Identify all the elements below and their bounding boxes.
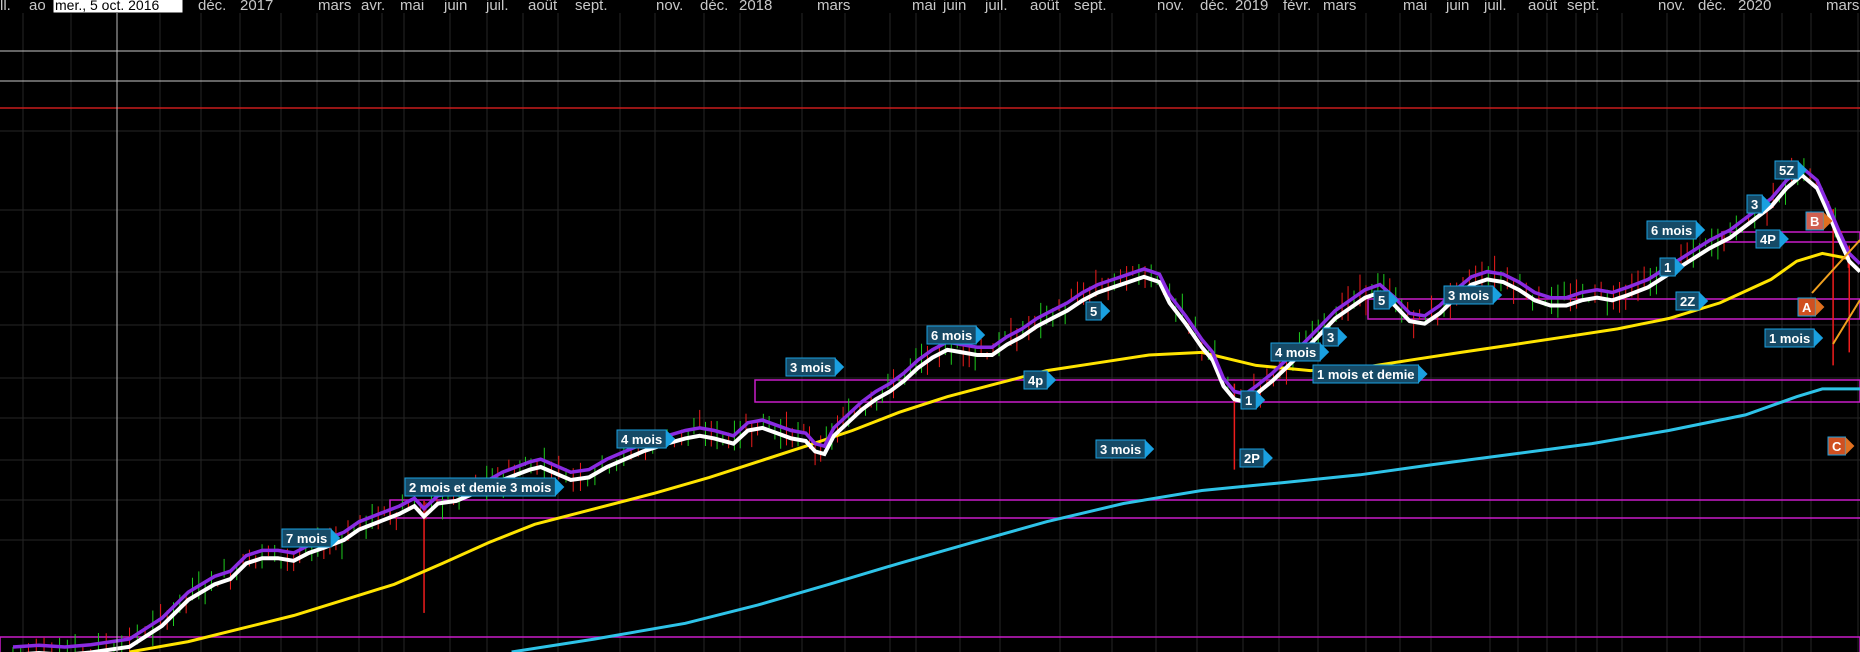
- wave-label-text: A: [1802, 300, 1812, 315]
- wave-label-text: 3 mois: [790, 360, 831, 375]
- wave-label-text: 5Z: [1779, 163, 1794, 178]
- x-tick-label: mai: [1403, 0, 1427, 14]
- x-tick-label: nov.: [656, 0, 683, 14]
- x-tick-label: mars: [817, 0, 850, 14]
- wave-label: 7 mois: [281, 528, 341, 548]
- x-tick-label: ll.: [0, 0, 11, 14]
- x-tick-label: juil.: [984, 0, 1008, 14]
- x-tick-label: juin: [443, 0, 467, 14]
- x-tick-label: juin: [942, 0, 966, 14]
- wave-label: 6 mois: [1646, 220, 1706, 240]
- wave-label-text: 3: [1751, 197, 1758, 212]
- x-tick-label: mars: [318, 0, 351, 14]
- x-tick-label: sept.: [575, 0, 608, 14]
- x-tick-label: 2017: [240, 0, 273, 14]
- wave-label: 3 mois: [1095, 439, 1155, 459]
- wave-label-text: 3 mois: [1448, 288, 1489, 303]
- x-tick-label: déc.: [1200, 0, 1228, 14]
- wave-label-text: 1: [1664, 260, 1671, 275]
- wave-label: 1 mois: [1764, 328, 1824, 348]
- wave-label-text: B: [1810, 214, 1819, 229]
- x-tick-label: août: [1030, 0, 1060, 14]
- x-tick-label: août: [528, 0, 558, 14]
- x-tick-label: mars: [1323, 0, 1356, 14]
- x-tick-label: avr.: [361, 0, 385, 14]
- x-tick-label: juil.: [1483, 0, 1507, 14]
- x-tick-label: févr.: [1283, 0, 1311, 14]
- wave-label-text: 3 mois: [1100, 442, 1141, 457]
- x-tick-label: déc.: [198, 0, 226, 14]
- wave-label-text: 3: [1327, 330, 1334, 345]
- cursor-date: mer., 5 oct. 2016: [55, 0, 159, 13]
- wave-label-text: 7 mois: [286, 531, 327, 546]
- x-tick-label: août: [1528, 0, 1558, 14]
- wave-label: 1 mois et demie: [1312, 364, 1428, 384]
- x-tick-label: nov.: [1157, 0, 1184, 14]
- wave-label: 6 mois: [926, 325, 986, 345]
- x-axis: ll. ao déc. 2017 mars avr. mai juin juil. août sep…: [0, 0, 1860, 14]
- wave-label-text: 5: [1090, 304, 1097, 319]
- wave-label-text: 4P: [1760, 232, 1776, 247]
- x-tick-label: sept.: [1074, 0, 1107, 14]
- wave-label: 4 mois: [616, 429, 676, 449]
- x-tick-label: 2020: [1738, 0, 1771, 14]
- wave-label-text: 5: [1378, 293, 1385, 308]
- price-chart[interactable]: 7 mois 2 mois et demie 3 mois 4 mois 3 mois…: [0, 0, 1860, 652]
- x-tick-label: juil.: [485, 0, 509, 14]
- wave-label-text: 1: [1245, 393, 1252, 408]
- x-tick-label: 2018: [739, 0, 772, 14]
- x-tick-label: juin: [1445, 0, 1469, 14]
- wave-label-text: 2 mois et demie 3 mois: [409, 480, 551, 495]
- wave-label: 4 mois: [1270, 342, 1330, 362]
- wave-label-text: 2P: [1244, 451, 1260, 466]
- wave-label-text: 6 mois: [1651, 223, 1692, 238]
- x-tick-label: mars: [1826, 0, 1859, 14]
- wave-label-text: 2Z: [1680, 294, 1695, 309]
- x-tick-label: 2019: [1235, 0, 1268, 14]
- x-tick-label: nov.: [1658, 0, 1685, 14]
- wave-label-text: C: [1832, 439, 1842, 454]
- wave-label: 2 mois et demie 3 mois: [404, 477, 565, 497]
- x-tick-label: déc.: [1698, 0, 1726, 14]
- x-tick-label: mai: [400, 0, 424, 14]
- wave-label-text: 4 mois: [1275, 345, 1316, 360]
- wave-label-text: 1 mois: [1769, 331, 1810, 346]
- x-tick-label: déc.: [700, 0, 728, 14]
- wave-label-text: 4 mois: [621, 432, 662, 447]
- wave-label-text: 4p: [1028, 373, 1043, 388]
- wave-label-text: 1 mois et demie: [1317, 367, 1415, 382]
- wave-label: 3 mois: [785, 357, 845, 377]
- x-tick-label: sept.: [1567, 0, 1600, 14]
- x-tick-label: mai: [912, 0, 936, 14]
- x-tick-label: ao: [29, 0, 46, 14]
- wave-label-text: 6 mois: [931, 328, 972, 343]
- wave-label: 3 mois: [1443, 285, 1503, 305]
